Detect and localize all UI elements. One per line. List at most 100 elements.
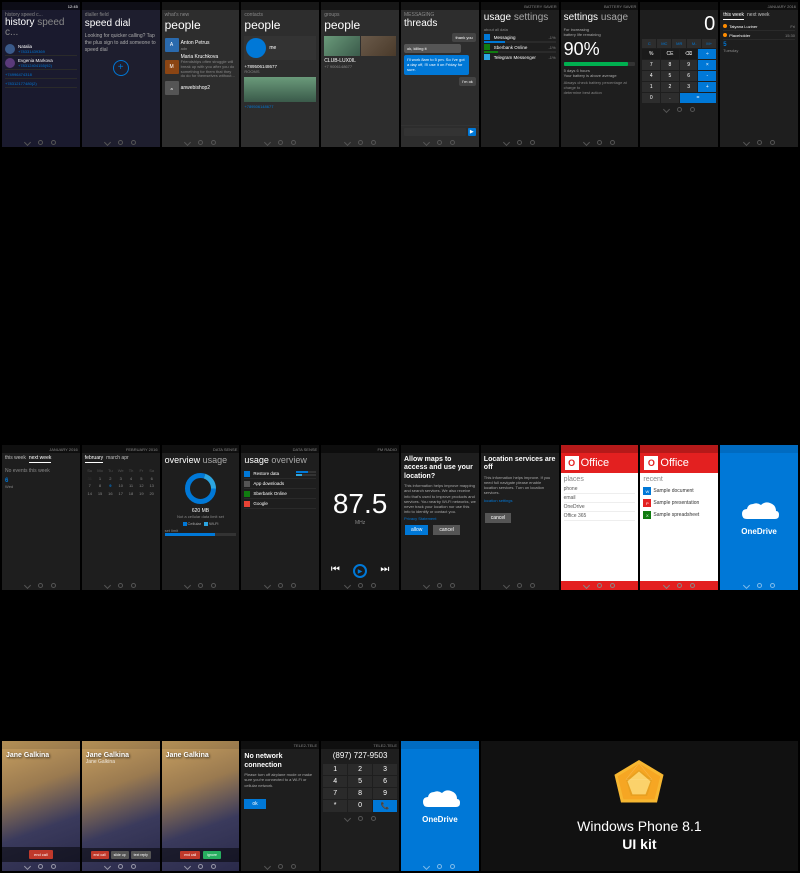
- back-btn-9[interactable]: [663, 106, 670, 113]
- calc-dot[interactable]: .: [661, 93, 679, 103]
- end-call-btn-2[interactable]: end call: [91, 851, 109, 859]
- allow-btn[interactable]: allow: [405, 525, 428, 535]
- back-btn-10[interactable]: [743, 139, 750, 146]
- search-btn-12[interactable]: [131, 583, 136, 588]
- add-btn-2[interactable]: +: [85, 60, 157, 76]
- tab-feb[interactable]: february: [85, 455, 103, 463]
- home-btn-6[interactable]: [437, 140, 442, 145]
- calc-mul[interactable]: ×: [698, 60, 716, 70]
- end-call-btn-1[interactable]: end call: [29, 850, 53, 859]
- back-btn-od2[interactable]: [423, 863, 430, 870]
- key-8[interactable]: 8: [348, 788, 372, 799]
- tab-this-week[interactable]: this week: [723, 12, 744, 20]
- home-btn-j1[interactable]: [38, 864, 43, 869]
- home-btn-1[interactable]: [38, 140, 43, 145]
- search-btn-j1[interactable]: [51, 864, 56, 869]
- key-call[interactable]: 📞: [373, 800, 397, 812]
- tab-this-week-11[interactable]: this week: [5, 455, 26, 463]
- home-btn-nn[interactable]: [278, 864, 283, 869]
- search-btn-14[interactable]: [291, 583, 296, 588]
- key-0[interactable]: 0: [348, 800, 372, 812]
- ok-btn[interactable]: ok: [244, 799, 265, 809]
- tab-next-week[interactable]: next week: [747, 12, 770, 20]
- home-btn-17[interactable]: [517, 583, 522, 588]
- calc-plus[interactable]: +: [698, 82, 716, 92]
- home-btn-4[interactable]: [278, 140, 283, 145]
- back-btn-j3[interactable]: [184, 863, 191, 870]
- back-btn-18[interactable]: [583, 582, 590, 589]
- ignore-btn[interactable]: ignore: [203, 851, 221, 859]
- calc-pct[interactable]: %: [642, 49, 660, 59]
- search-btn-16[interactable]: [450, 583, 455, 588]
- calc-mr[interactable]: MR: [672, 39, 686, 48]
- calc-3[interactable]: 3: [680, 82, 698, 92]
- back-btn-nn[interactable]: [264, 863, 271, 870]
- home-btn-5[interactable]: [358, 140, 363, 145]
- search-btn-11[interactable]: [51, 583, 56, 588]
- search-btn-20[interactable]: [770, 583, 775, 588]
- home-btn-13[interactable]: [198, 583, 203, 588]
- back-btn-11[interactable]: [24, 582, 31, 589]
- key-3[interactable]: 3: [373, 764, 397, 775]
- key-6[interactable]: 6: [373, 776, 397, 787]
- home-btn-2[interactable]: [118, 140, 123, 145]
- key-7[interactable]: 7: [323, 788, 347, 799]
- tab-next-week-11[interactable]: next week: [29, 455, 52, 463]
- search-btn-od2[interactable]: [450, 864, 455, 869]
- search-btn-3[interactable]: [211, 140, 216, 145]
- home-btn-14[interactable]: [278, 583, 283, 588]
- radio-play[interactable]: ▶: [353, 564, 367, 578]
- home-btn-8[interactable]: [597, 140, 602, 145]
- back-btn-12[interactable]: [104, 582, 111, 589]
- radio-next[interactable]: ⏭: [380, 564, 389, 578]
- search-btn-1[interactable]: [51, 140, 56, 145]
- home-btn-j2[interactable]: [118, 864, 123, 869]
- search-btn-15[interactable]: [371, 583, 376, 588]
- calc-m-plus[interactable]: M+: [702, 39, 716, 48]
- end-call-btn-3[interactable]: end call: [180, 851, 200, 859]
- slide-up-btn[interactable]: slide up: [111, 851, 129, 859]
- home-btn-od2[interactable]: [437, 864, 442, 869]
- cancel-btn-17[interactable]: cancel: [485, 513, 511, 523]
- calc-div[interactable]: ÷: [698, 49, 716, 59]
- back-btn-15[interactable]: [344, 582, 351, 589]
- back-btn-20[interactable]: [743, 582, 750, 589]
- home-btn-19[interactable]: [677, 583, 682, 588]
- key-star[interactable]: *: [323, 800, 347, 812]
- search-btn-j3[interactable]: [211, 864, 216, 869]
- search-btn-10[interactable]: [770, 140, 775, 145]
- home-btn-12[interactable]: [118, 583, 123, 588]
- privacy-link[interactable]: Privacy Statement: [404, 516, 476, 521]
- back-btn-3[interactable]: [184, 139, 191, 146]
- back-btn-2[interactable]: [104, 139, 111, 146]
- calc-0[interactable]: 0: [642, 93, 660, 103]
- back-btn-8[interactable]: [583, 139, 590, 146]
- search-btn-8[interactable]: [610, 140, 615, 145]
- home-btn-15[interactable]: [358, 583, 363, 588]
- search-btn-13[interactable]: [211, 583, 216, 588]
- location-settings-link[interactable]: location settings: [484, 498, 556, 503]
- calc-9[interactable]: 9: [680, 60, 698, 70]
- send-btn[interactable]: ▶: [468, 128, 476, 136]
- search-btn-5[interactable]: [371, 140, 376, 145]
- back-btn-16[interactable]: [423, 582, 430, 589]
- message-input[interactable]: [404, 128, 466, 136]
- home-btn-7[interactable]: [517, 140, 522, 145]
- back-btn-j1[interactable]: [24, 863, 31, 870]
- calc-5[interactable]: 5: [661, 71, 679, 81]
- text-reply-btn[interactable]: text reply: [131, 851, 151, 859]
- calc-7[interactable]: 7: [642, 60, 660, 70]
- back-btn-7[interactable]: [503, 139, 510, 146]
- home-btn-18[interactable]: [597, 583, 602, 588]
- back-btn-13[interactable]: [184, 582, 191, 589]
- calc-ce[interactable]: CE: [661, 49, 679, 59]
- search-btn-17[interactable]: [530, 583, 535, 588]
- search-btn-2[interactable]: [131, 140, 136, 145]
- home-btn-dp[interactable]: [358, 816, 363, 821]
- back-btn-dp[interactable]: [344, 815, 351, 822]
- radio-prev[interactable]: ⏮: [331, 564, 340, 578]
- back-btn-1[interactable]: [24, 139, 31, 146]
- home-btn-20[interactable]: [757, 583, 762, 588]
- calc-mc[interactable]: MC: [657, 39, 671, 48]
- calc-c[interactable]: C: [642, 39, 656, 48]
